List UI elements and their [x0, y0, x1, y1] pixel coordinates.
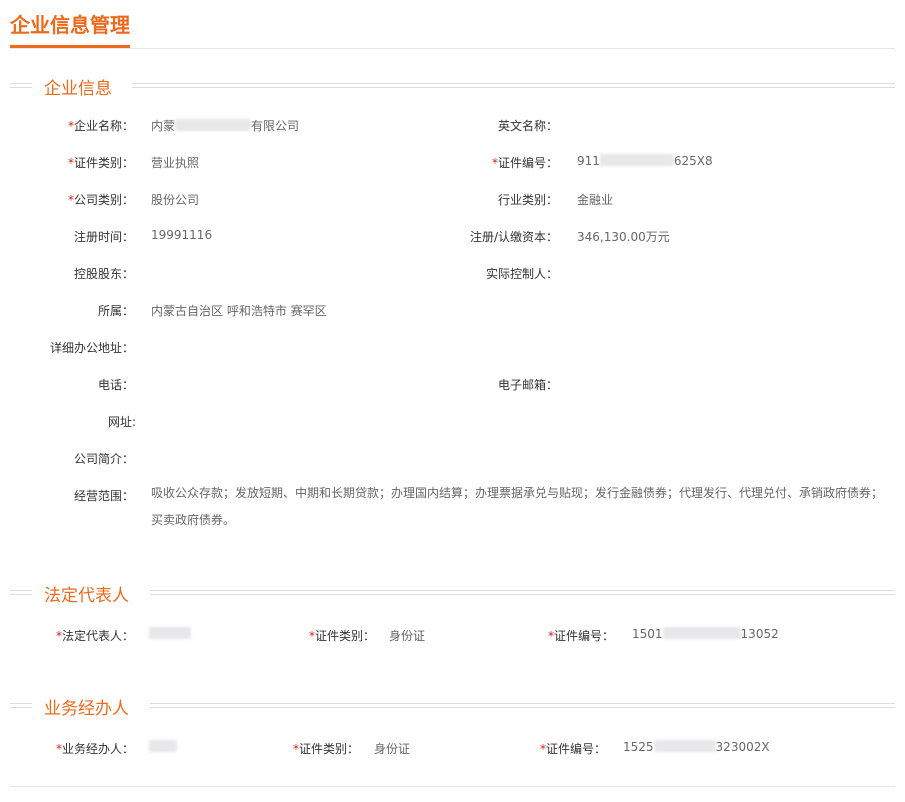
redacted-text — [175, 119, 252, 131]
legal-rep-value — [149, 627, 191, 641]
business-scope-value: 吸收公众存款；发放短期、中期和长期贷款；办理国内结算；办理票据承兑与贴现；发行金… — [151, 486, 884, 527]
cert-type-value: 营业执照 — [151, 156, 200, 170]
redacted-text — [653, 740, 716, 752]
legal-cert-number-label: *证件编号： — [547, 629, 614, 643]
redacted-text — [599, 154, 674, 166]
region-label: 所属： — [97, 304, 134, 318]
company-type-value: 股份公司 — [151, 193, 200, 207]
registration-time-label: 注册时间： — [73, 230, 134, 244]
section-title-agent: 业务经办人 — [44, 699, 129, 719]
footer-divider — [10, 786, 895, 787]
industry-value: 金融业 — [577, 193, 614, 207]
company-name-value: 内蒙 有限公司 — [151, 119, 300, 133]
company-type-label: *公司类别： — [67, 193, 134, 207]
business-scope-label: 经营范围： — [73, 489, 134, 503]
section-divider-right — [132, 83, 895, 88]
title-underline — [10, 45, 130, 48]
agent-name-label: *业务经办人： — [55, 742, 134, 756]
registration-time-value: 19991116 — [151, 228, 213, 242]
section-divider-left — [10, 83, 32, 88]
agent-cert-number-value: 1525 323002X — [623, 740, 770, 754]
registered-capital-value: 346,130.00万元 — [577, 230, 670, 244]
email-label: 电子邮箱： — [497, 378, 558, 392]
section-divider-left — [10, 590, 32, 595]
region-value: 内蒙古自治区 呼和浩特市 赛罕区 — [151, 304, 327, 318]
section-title-company: 企业信息 — [44, 79, 112, 99]
legal-rep-label: *法定代表人： — [55, 629, 134, 643]
company-intro-label: 公司简介： — [73, 452, 134, 466]
registered-capital-label: 注册/认缴资本： — [469, 230, 558, 244]
section-header-company: 企业信息 — [10, 76, 895, 99]
section-header-legal: 法定代表人 — [10, 583, 895, 606]
actual-controller-label: 实际控制人： — [485, 267, 558, 281]
redacted-text — [149, 627, 191, 639]
agent-cert-type-label: *证件类别： — [292, 742, 359, 756]
legal-cert-type-label: *证件类别： — [308, 629, 375, 643]
industry-label: 行业类别： — [497, 193, 558, 207]
section-divider-right — [150, 703, 895, 708]
agent-name-value — [149, 740, 177, 754]
cert-number-value: 911 625X8 — [577, 154, 713, 168]
redacted-text — [149, 740, 177, 752]
page-title: 企业信息管理 — [10, 13, 130, 37]
cert-number-label: *证件编号： — [491, 156, 558, 170]
agent-cert-type-value: 身份证 — [374, 742, 411, 756]
phone-label: 电话： — [97, 378, 134, 392]
page-header: 企业信息管理 — [10, 0, 895, 49]
section-divider-right — [150, 590, 895, 595]
english-name-label: 英文名称： — [497, 119, 558, 133]
office-address-label: 详细办公地址： — [49, 341, 134, 355]
agent-cert-number-label: *证件编号： — [539, 742, 606, 756]
section-divider-left — [10, 703, 32, 708]
company-name-label: *企业名称： — [67, 119, 134, 133]
redacted-text — [662, 627, 741, 639]
section-title-legal: 法定代表人 — [44, 586, 129, 606]
controlling-shareholder-label: 控股股东： — [73, 267, 134, 281]
legal-cert-number-value: 1501 13052 — [632, 627, 779, 641]
section-header-agent: 业务经办人 — [10, 696, 895, 719]
cert-type-label: *证件类别： — [67, 156, 134, 170]
website-label: 网址: — [107, 415, 136, 429]
legal-cert-type-value: 身份证 — [389, 629, 426, 643]
